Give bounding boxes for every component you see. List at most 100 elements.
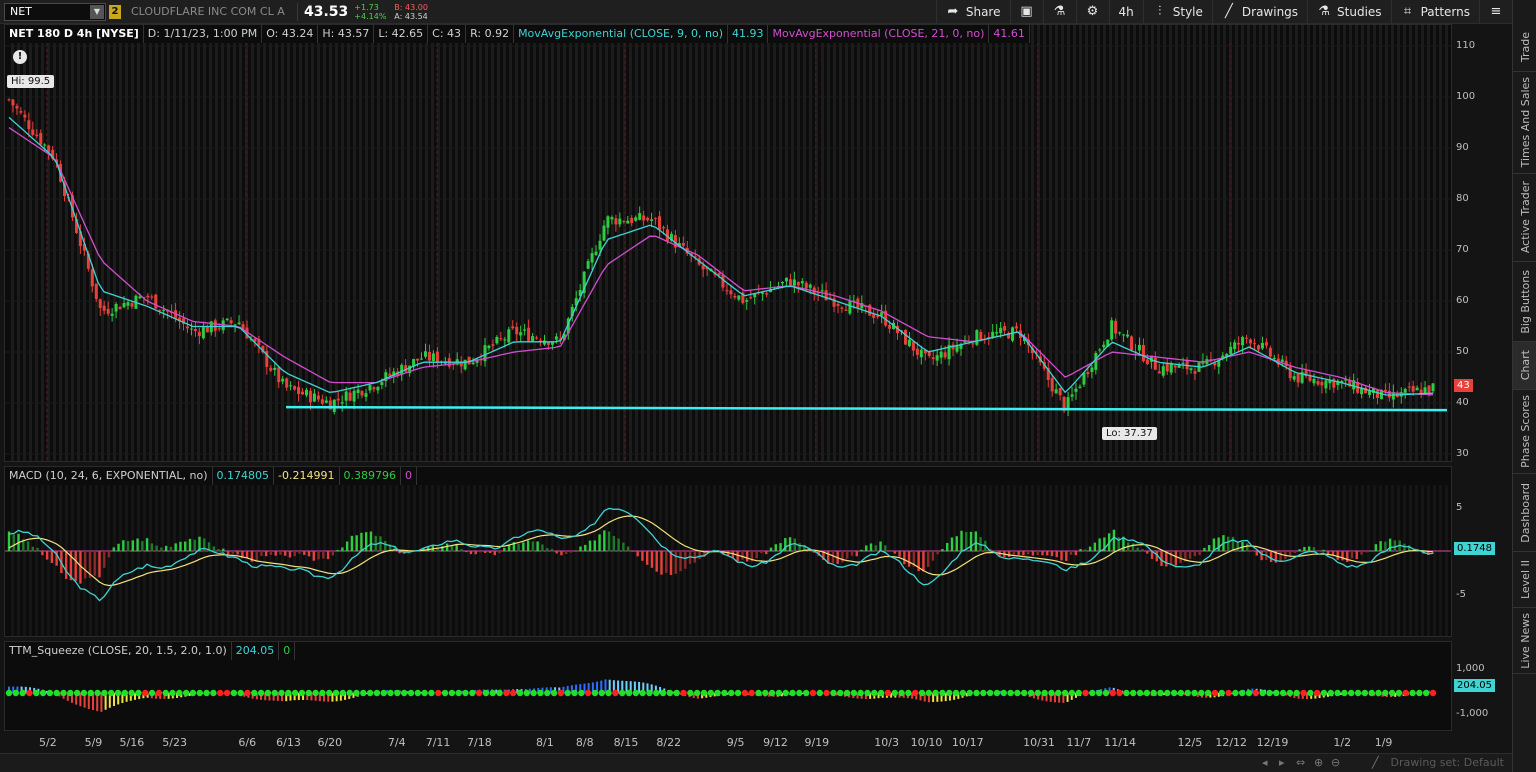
date-axis[interactable]: 5/2 5/9 5/16 5/23 6/6 6/13 6/20 7/4 7/11 7/18 8/1 8… (4, 733, 1452, 753)
squeeze-dot (114, 689, 122, 697)
session-stripe (533, 485, 536, 636)
style-button[interactable]: ⫶ Style (1142, 0, 1212, 24)
squeeze-dot (53, 689, 60, 697)
session-stripe (1253, 25, 1256, 461)
session-stripe (1211, 485, 1214, 636)
drawings-button[interactable]: ╱ Drawings (1211, 0, 1307, 24)
price-chart-pane[interactable]: NET 180 D 4h [NYSE] D: 1/11/23, 1:00 PM … (4, 24, 1452, 462)
macd-histogram-bar (1203, 547, 1206, 552)
ttm-axis[interactable]: 1,000 -1,000 204.05 (1452, 641, 1512, 731)
candle-body (780, 281, 784, 284)
candle-body (336, 398, 340, 401)
macd-label[interactable]: MACD (10, 24, 6, EXPONENTIAL, no) (5, 467, 213, 485)
alert-icon[interactable]: ! (13, 50, 27, 64)
tab-phase-scores[interactable]: Phase Scores (1513, 390, 1536, 474)
ttm-zero: 0 (279, 642, 296, 660)
session-stripe (95, 25, 98, 461)
settings-button[interactable]: ⚙ (1075, 0, 1109, 24)
macd-pane[interactable]: MACD (10, 24, 6, EXPONENTIAL, no) 0.1748… (4, 466, 1452, 637)
candle-body (1312, 378, 1316, 384)
session-stripe (113, 25, 116, 461)
session-stripe (323, 25, 326, 461)
session-stripe (743, 25, 746, 461)
ttm-label[interactable]: TTM_Squeeze (CLOSE, 20, 1.5, 2.0, 1.0) (5, 642, 232, 660)
squeeze-dot (251, 689, 258, 697)
session-stripe (227, 25, 230, 461)
candle-body (1102, 344, 1106, 348)
patterns-button[interactable]: ⌗ Patterns (1390, 0, 1479, 24)
macd-histogram-bar (117, 543, 120, 552)
session-stripe (35, 25, 38, 461)
macd-canvas[interactable] (5, 467, 1452, 637)
session-stripe (263, 485, 266, 636)
session-stripe (1103, 25, 1106, 461)
squeeze-dot (925, 689, 933, 697)
tab-active-trader[interactable]: Active Trader (1513, 174, 1536, 262)
tab-dashboard[interactable]: Dashboard (1513, 474, 1536, 552)
symbol-input[interactable]: NET (10, 5, 32, 18)
scroll-right-icon[interactable]: ▸ (1279, 756, 1285, 769)
candle-body (162, 309, 166, 311)
session-stripe (167, 485, 170, 636)
price-chart-canvas[interactable] (5, 25, 1452, 462)
tab-live-news[interactable]: Live News (1513, 608, 1536, 674)
candle-body (23, 114, 27, 118)
session-stripe (1409, 25, 1412, 461)
session-stripe (905, 25, 908, 461)
crosshair-icon[interactable]: ⊕ (1314, 756, 1323, 769)
session-stripe (575, 485, 578, 636)
squeeze-dot (905, 689, 912, 697)
tab-level-ii[interactable]: Level II (1513, 552, 1536, 608)
squeeze-dot (1252, 689, 1260, 697)
date-tick-label: 11/14 (1104, 736, 1136, 749)
session-stripe (149, 25, 152, 461)
candle-body (1427, 385, 1431, 393)
macd-histogram-bar (1346, 551, 1349, 563)
session-stripe (485, 25, 488, 461)
macd-histogram-bar (545, 548, 549, 552)
candle-body (618, 218, 622, 225)
ema21-label[interactable]: MovAvgExponential (CLOSE, 21, 0, no) (768, 25, 990, 43)
session-stripe (845, 25, 848, 461)
macd-histogram-bar (974, 531, 977, 552)
session-stripe (1217, 25, 1220, 461)
macd-histogram-bar (12, 534, 15, 552)
session-stripe (587, 485, 590, 636)
session-stripe (359, 485, 362, 636)
scroll-left-icon[interactable]: ◂ (1262, 756, 1268, 769)
drawing-pencil-icon[interactable]: ╱ (1372, 756, 1379, 769)
session-stripe (611, 485, 614, 636)
tab-trade[interactable]: Trade (1513, 24, 1536, 72)
macd-histogram-bar (774, 544, 777, 552)
candle-body (1280, 359, 1284, 362)
share-button[interactable]: ➦ Share (935, 0, 1010, 24)
candle-body (102, 305, 106, 311)
squeeze-dot (26, 689, 33, 697)
symbol-link-badge[interactable]: 2 (109, 4, 121, 19)
macd-histogram-bar (674, 551, 677, 574)
last-price: 43.53 (304, 3, 349, 20)
tab-chart[interactable]: Chart (1513, 342, 1536, 390)
menu-button[interactable]: ≡ (1479, 0, 1512, 24)
chart-symbol-label[interactable]: NET 180 D 4h [NYSE] (5, 25, 144, 43)
price-axis[interactable]: 110 100 90 80 70 60 50 40 30 43 (1452, 24, 1512, 462)
symbol-selector[interactable]: NET ▼ (4, 2, 106, 21)
macd-histogram-bar (926, 551, 930, 567)
ema9-label[interactable]: MovAvgExponential (CLOSE, 9, 0, no) (514, 25, 728, 43)
studies-button[interactable]: ⚗ Studies (1307, 0, 1391, 24)
session-stripe (341, 485, 344, 636)
ttm-squeeze-pane[interactable]: TTM_Squeeze (CLOSE, 20, 1.5, 2.0, 1.0) 2… (4, 641, 1452, 731)
candle-body (416, 358, 420, 361)
pan-icon[interactable]: ⇔ (1296, 756, 1305, 769)
zoom-icon[interactable]: ⊖ (1331, 756, 1340, 769)
chevron-down-icon[interactable]: ▼ (90, 4, 104, 19)
tab-big-buttons[interactable]: Big Buttons (1513, 262, 1536, 342)
tab-times-and-sales[interactable]: Times And Sales (1513, 72, 1536, 174)
flask-button[interactable]: ⚗ (1042, 0, 1076, 24)
timeframe-button[interactable]: 4h (1108, 0, 1143, 24)
candle-body (535, 337, 539, 339)
drawing-set-label[interactable]: Drawing set: Default (1391, 756, 1504, 769)
squeeze-dot (1395, 689, 1403, 697)
grid-layout-button[interactable]: ▣ (1009, 0, 1043, 24)
macd-axis[interactable]: 5 -5 0.1748 (1452, 466, 1512, 637)
